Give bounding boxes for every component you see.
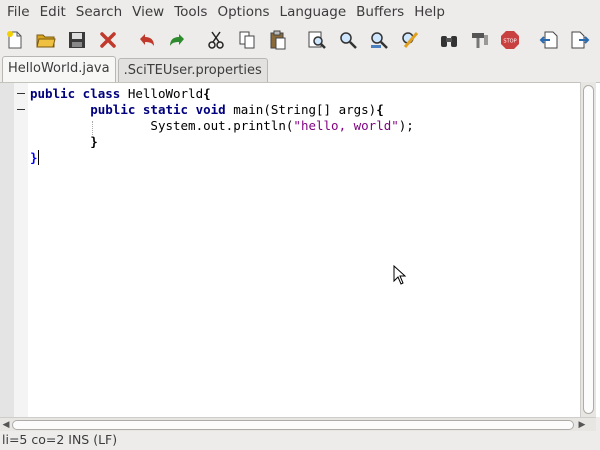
horizontal-scroll-thumb[interactable] (12, 420, 574, 430)
redo-icon[interactable] (167, 29, 189, 51)
horizontal-scrollbar[interactable]: ◀ ▶ (0, 417, 596, 431)
code-line: System.out.println("hello, world"); (150, 118, 414, 133)
previous-buffer-icon[interactable] (538, 29, 560, 51)
code-line: public static void main(String[] args){ (90, 102, 384, 117)
line-margin[interactable] (0, 83, 14, 417)
menu-language[interactable]: Language (275, 0, 352, 24)
scroll-left-icon[interactable]: ◀ (0, 419, 12, 431)
close-icon[interactable] (97, 29, 119, 51)
code-line: } (30, 150, 39, 165)
toolbar: STOP (0, 24, 600, 56)
code-line: } (90, 134, 98, 149)
paste-icon[interactable] (267, 29, 289, 51)
new-file-icon[interactable] (4, 29, 26, 51)
menu-tools[interactable]: Tools (169, 0, 212, 24)
svg-text:STOP: STOP (504, 39, 517, 45)
code-content[interactable]: public class HelloWorld{ public static v… (30, 86, 414, 166)
build-icon[interactable] (469, 29, 491, 51)
menu-buffers[interactable]: Buffers (351, 0, 409, 24)
find-in-files-icon[interactable] (368, 29, 390, 51)
fold-margin[interactable] (14, 83, 28, 417)
code-editor[interactable]: public class HelloWorld{ public static v… (0, 82, 600, 417)
vertical-scrollbar[interactable] (580, 82, 596, 417)
menu-edit[interactable]: Edit (35, 0, 71, 24)
menu-options[interactable]: Options (212, 0, 274, 24)
menu-file[interactable]: File (2, 0, 35, 24)
open-folder-icon[interactable] (35, 29, 57, 51)
stop-icon[interactable]: STOP (499, 29, 521, 51)
menu-bar: File Edit Search View Tools Options Lang… (0, 0, 600, 24)
undo-icon[interactable] (136, 29, 158, 51)
fold-marker-icon[interactable] (17, 93, 25, 94)
find-next-icon[interactable] (337, 29, 359, 51)
mouse-pointer-icon (393, 265, 407, 285)
binoculars-icon[interactable] (438, 29, 460, 51)
replace-icon[interactable] (399, 29, 421, 51)
save-icon[interactable] (66, 29, 88, 51)
find-icon[interactable] (306, 29, 328, 51)
tab-helloworld-java[interactable]: HelloWorld.java (2, 56, 116, 82)
text-caret (37, 150, 39, 165)
cut-icon[interactable] (205, 29, 227, 51)
next-buffer-icon[interactable] (569, 29, 591, 51)
menu-help[interactable]: Help (409, 0, 450, 24)
vertical-scroll-thumb[interactable] (583, 85, 594, 414)
menu-view[interactable]: View (127, 0, 169, 24)
status-bar: li=5 co=2 INS (LF) (0, 431, 600, 450)
fold-marker-icon[interactable] (17, 109, 25, 110)
copy-icon[interactable] (236, 29, 258, 51)
scroll-right-icon[interactable]: ▶ (576, 419, 588, 431)
buffer-tabs: HelloWorld.java .SciTEUser.properties (0, 56, 600, 82)
code-line: public class HelloWorld{ (30, 86, 211, 101)
tab-scite-user-properties[interactable]: .SciTEUser.properties (117, 58, 268, 82)
menu-search[interactable]: Search (71, 0, 127, 24)
